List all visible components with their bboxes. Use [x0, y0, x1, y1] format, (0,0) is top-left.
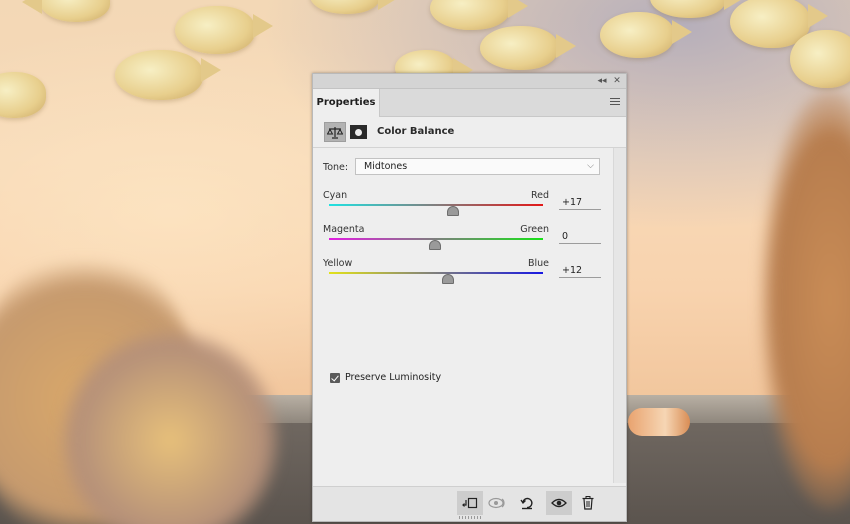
tone-dropdown[interactable]: Midtones ⌵	[355, 158, 600, 175]
preserve-luminosity-checkbox[interactable]	[330, 373, 340, 383]
slider-label-red: Red	[530, 190, 549, 201]
yellow-blue-value-field[interactable]: +12	[559, 264, 601, 278]
chevron-down-icon: ⌵	[587, 161, 594, 171]
adjustment-controls: Tone: Midtones ⌵ Cyan Red +17 Magenta Gr…	[313, 148, 612, 483]
tab-bar: Properties	[313, 89, 626, 117]
adjustment-title: Color Balance	[377, 126, 455, 137]
fish-illustration	[115, 50, 221, 100]
balance-scale-icon[interactable]	[324, 122, 346, 142]
tone-selected-value: Midtones	[364, 161, 408, 172]
view-previous-state-icon[interactable]	[485, 491, 511, 515]
panel-menu-icon[interactable]	[610, 98, 620, 106]
delete-trash-icon[interactable]	[575, 491, 601, 515]
yellow-blue-slider-track[interactable]	[329, 272, 543, 274]
clip-to-layer-icon[interactable]	[457, 491, 483, 515]
layer-mask-icon[interactable]	[350, 125, 367, 139]
adjustment-header: Color Balance	[313, 117, 626, 148]
resize-grip[interactable]	[459, 516, 481, 519]
slider-label-green: Green	[520, 224, 549, 235]
visibility-eye-icon[interactable]	[546, 491, 572, 515]
fish-illustration	[480, 26, 576, 70]
cyan-red-value-field[interactable]: +17	[559, 196, 601, 210]
panel-scrollbar[interactable]	[613, 148, 626, 483]
reset-icon[interactable]	[514, 491, 540, 515]
cat-tail	[628, 408, 690, 436]
panel-footer	[313, 486, 626, 521]
slider-label-yellow: Yellow	[323, 258, 353, 269]
tab-properties[interactable]: Properties	[313, 89, 380, 117]
magenta-green-value-field[interactable]: 0	[559, 230, 601, 244]
fish-illustration	[600, 12, 692, 58]
fish-illustration	[175, 6, 273, 54]
properties-panel: ◂◂ ✕ Properties Color Balance Tone: Midt…	[312, 73, 627, 522]
slider-label-blue: Blue	[527, 258, 549, 269]
close-icon[interactable]: ✕	[611, 75, 623, 87]
preserve-luminosity-label: Preserve Luminosity	[345, 372, 442, 383]
tone-label: Tone:	[323, 162, 349, 173]
slider-label-magenta: Magenta	[323, 224, 365, 235]
panel-titlebar[interactable]: ◂◂ ✕	[313, 74, 626, 89]
double-chevron-icon[interactable]: ◂◂	[596, 75, 608, 87]
slider-label-cyan: Cyan	[323, 190, 348, 201]
cyan-red-slider-track[interactable]	[329, 204, 543, 206]
